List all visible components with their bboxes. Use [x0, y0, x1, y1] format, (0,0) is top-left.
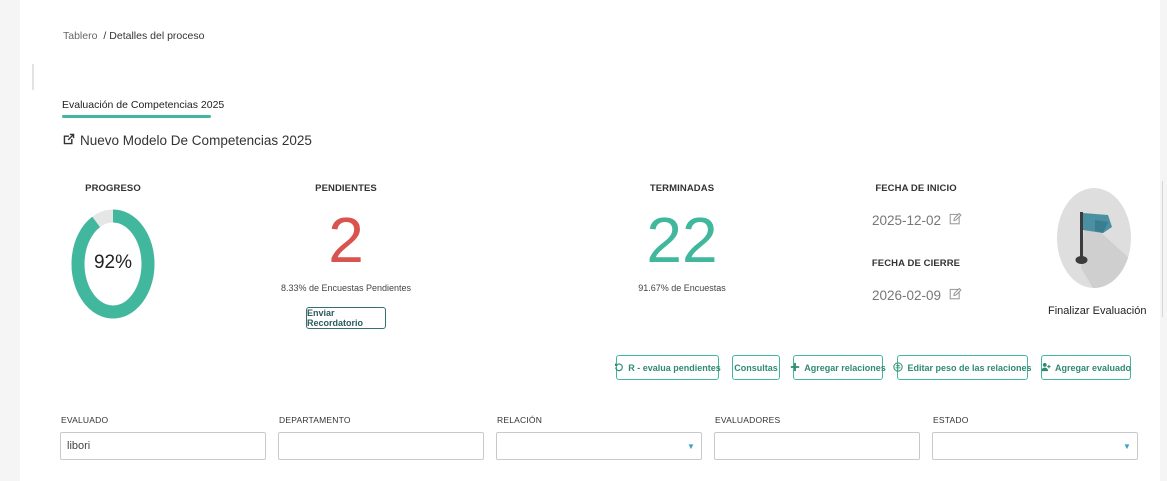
send-reminder-button[interactable]: Enviar Recordatorio	[306, 307, 386, 329]
breadcrumb: Tablero / Detalles del proceso	[63, 30, 204, 42]
edit-icon[interactable]	[949, 287, 962, 303]
pending-label: PENDIENTES	[315, 183, 377, 194]
finished-count: 22	[646, 204, 718, 276]
breadcrumb-separator: /	[103, 30, 107, 42]
consults-label: Consultas	[734, 362, 778, 373]
pending-count: 2	[328, 204, 364, 276]
add-evaluated-label: Agregar evaluado	[1054, 362, 1132, 373]
re-evaluate-pending-button[interactable]: R - evalua pendientes	[614, 355, 721, 380]
end-date-label: FECHA DE CIERRE	[871, 258, 961, 269]
breadcrumb-home-link[interactable]: Tablero	[63, 30, 97, 42]
filter-evaluated-label: EVALUADO	[61, 415, 109, 425]
start-date-value: 2025-12-02	[872, 212, 942, 228]
add-evaluated-button[interactable]: Agregar evaluado	[1041, 355, 1131, 380]
undo-icon	[614, 362, 624, 374]
pending-subtext: 8.33% de Encuestas Pendientes	[280, 283, 412, 293]
re-evaluate-pending-label: R - evalua pendientes	[628, 362, 721, 373]
progress-label: PROGRESO	[85, 183, 141, 194]
filter-relation-select[interactable]: ▼	[496, 432, 702, 460]
consults-button[interactable]: Consultas	[732, 355, 780, 380]
edit-relation-weights-button[interactable]: Editar peso de las relaciones	[893, 355, 1032, 380]
filter-evaluators-input[interactable]	[714, 432, 920, 460]
progress-value: 92%	[93, 252, 133, 273]
external-link-icon[interactable]	[62, 132, 76, 149]
add-user-icon	[1041, 362, 1051, 374]
divider	[1162, 181, 1163, 317]
filter-relation-label: RELACIÓN	[497, 415, 543, 425]
filter-status-label: ESTADO	[933, 415, 969, 425]
chevron-down-icon[interactable]: ▼	[681, 433, 701, 459]
add-relations-button[interactable]: Agregar relaciones	[790, 355, 886, 380]
filter-evaluators-label: EVALUADORES	[715, 415, 781, 425]
page-content	[20, 0, 1160, 481]
end-date: 2026-02-09	[872, 287, 962, 303]
scale-icon	[893, 361, 904, 374]
breadcrumb-current: Detalles del proceso	[109, 30, 205, 42]
edit-relation-weights-label: Editar peso de las relaciones	[907, 362, 1032, 373]
finalize-evaluation-label[interactable]: Finalizar Evaluación	[1048, 305, 1146, 317]
flag-icon	[1075, 212, 1131, 288]
end-date-value: 2026-02-09	[872, 287, 942, 303]
tab-evaluation[interactable]: Evaluación de Competencias 2025	[62, 99, 224, 111]
finalize-evaluation-button[interactable]	[1057, 188, 1131, 288]
edit-icon[interactable]	[949, 212, 962, 228]
add-relations-label: Agregar relaciones	[804, 362, 886, 373]
sidebar-edge	[32, 64, 34, 90]
tab-active-indicator	[62, 115, 211, 118]
start-date: 2025-12-02	[872, 212, 962, 228]
filter-department-label: DEPARTAMENTO	[279, 415, 351, 425]
filter-status-select[interactable]: ▼	[932, 432, 1138, 460]
filter-evaluated-input[interactable]: libori	[60, 432, 266, 460]
model-title-text: Nuevo Modelo De Competencias 2025	[80, 133, 312, 148]
plus-icon	[790, 362, 800, 374]
chevron-down-icon[interactable]: ▼	[1117, 433, 1137, 459]
start-date-label: FECHA DE INICIO	[875, 183, 957, 194]
filter-department-input[interactable]	[278, 432, 484, 460]
model-title[interactable]: Nuevo Modelo De Competencias 2025	[62, 132, 312, 149]
finished-label: TERMINADAS	[649, 183, 715, 194]
finished-subtext: 91.67% de Encuestas	[638, 283, 726, 293]
